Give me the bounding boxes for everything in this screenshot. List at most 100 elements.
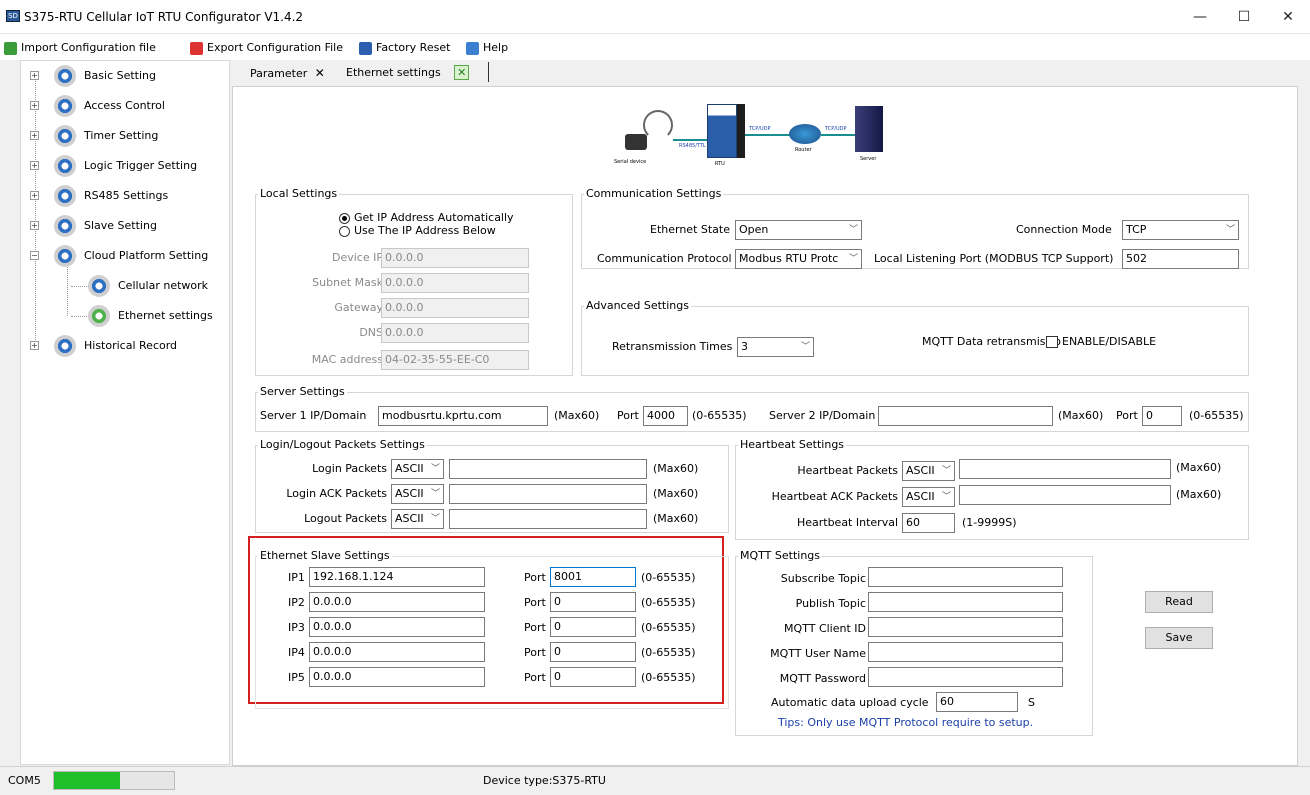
tab-parameter[interactable]: Parameter ✕ — [250, 62, 325, 84]
ip1-field[interactable]: 192.168.1.124 — [309, 567, 485, 587]
subscribe-topic-field[interactable] — [868, 567, 1063, 587]
heartbeat-interval-field[interactable]: 60 — [902, 513, 955, 533]
ip4-field[interactable]: 0.0.0.0 — [309, 642, 485, 662]
client-id-field[interactable] — [868, 617, 1063, 637]
tree-item-basic-setting[interactable]: + Basic Setting — [21, 61, 231, 91]
tree-item-cloud-platform[interactable]: − Cloud Platform Setting — [21, 241, 231, 271]
help-button[interactable]: Help — [466, 39, 508, 57]
tree-label: RS485 Settings — [84, 189, 169, 202]
server2-label: Server 2 IP/Domain — [769, 409, 876, 422]
tree-item-cellular-network[interactable]: Cellular network — [21, 271, 231, 301]
manual-ip-radio[interactable] — [339, 226, 350, 237]
ip5-field[interactable]: 0.0.0.0 — [309, 667, 485, 687]
diagram-label: Router — [795, 147, 812, 153]
ip3-port-field[interactable]: 0 — [550, 617, 636, 637]
subnet-field[interactable]: 0.0.0.0 — [381, 273, 529, 293]
mqtt-retrans-checkbox[interactable] — [1046, 336, 1058, 348]
tab-ethernet-settings[interactable]: Ethernet settings ✕ — [346, 62, 470, 84]
mqtt-retrans-label: MQTT Data retransmissio — [922, 335, 1061, 348]
heartbeat-packets-field[interactable] — [959, 459, 1171, 479]
max-label: (Max60) — [1176, 488, 1222, 501]
retransmission-select[interactable]: 3 ﹀ — [737, 337, 814, 357]
logout-format-select[interactable]: ASCII ﹀ — [391, 509, 444, 529]
expand-icon[interactable]: + — [30, 161, 39, 170]
expand-icon[interactable]: + — [30, 341, 39, 350]
ip4-port-field[interactable]: 0 — [550, 642, 636, 662]
factory-reset-button[interactable]: Factory Reset — [359, 39, 450, 57]
expand-icon[interactable]: + — [30, 131, 39, 140]
expand-icon[interactable]: + — [30, 71, 39, 80]
tree-item-access-control[interactable]: + Access Control — [21, 91, 231, 121]
progress-fill — [54, 772, 120, 789]
expand-icon[interactable]: + — [30, 221, 39, 230]
gear-icon — [54, 245, 76, 267]
tree-label: Access Control — [84, 99, 165, 112]
gear-icon — [54, 335, 76, 357]
tree-item-logic-trigger[interactable]: + Logic Trigger Setting — [21, 151, 231, 181]
communication-settings-group: Communication Settings Ethernet State Op… — [581, 187, 1249, 269]
ip5-port-field[interactable]: 0 — [550, 667, 636, 687]
tree-item-ethernet-settings[interactable]: Ethernet settings — [21, 301, 231, 331]
gateway-field[interactable]: 0.0.0.0 — [381, 298, 529, 318]
read-button[interactable]: Read — [1145, 591, 1213, 613]
login-packets-field[interactable] — [449, 459, 647, 479]
dns-field[interactable]: 0.0.0.0 — [381, 323, 529, 343]
expand-icon[interactable]: + — [30, 191, 39, 200]
server2-port-field[interactable]: 0 — [1142, 406, 1182, 426]
minimize-button[interactable]: — — [1178, 4, 1222, 30]
save-button[interactable]: Save — [1145, 627, 1213, 649]
tree-item-rs485[interactable]: + RS485 Settings — [21, 181, 231, 211]
heartbeat-ack-format-select[interactable]: ASCII ﹀ — [902, 487, 955, 507]
server1-port-field[interactable]: 4000 — [643, 406, 688, 426]
server2-field[interactable] — [878, 406, 1053, 426]
heartbeat-format-select[interactable]: ASCII ﹀ — [902, 461, 955, 481]
heartbeat-ack-label: Heartbeat ACK Packets — [771, 490, 898, 503]
import-config-button[interactable]: Import Configuration file — [4, 39, 156, 57]
tree-item-timer-setting[interactable]: + Timer Setting — [21, 121, 231, 151]
toolbar: Import Configuration file Export Configu… — [0, 34, 1310, 60]
upload-cycle-field[interactable]: 60 — [936, 692, 1018, 712]
ip2-port-field[interactable]: 0 — [550, 592, 636, 612]
tree-item-slave-setting[interactable]: + Slave Setting — [21, 211, 231, 241]
tree-label: Timer Setting — [84, 129, 159, 142]
reset-label: Factory Reset — [376, 41, 451, 54]
publish-topic-field[interactable] — [868, 592, 1063, 612]
collapse-icon[interactable]: − — [30, 251, 39, 260]
maximize-button[interactable]: ☐ — [1222, 4, 1266, 30]
ip3-field[interactable]: 0.0.0.0 — [309, 617, 485, 637]
subscribe-topic-label: Subscribe Topic — [780, 572, 866, 585]
protocol-select[interactable]: Modbus RTU Protc ﹀ — [735, 249, 862, 269]
port-label: Port — [524, 571, 546, 584]
device-ip-field[interactable]: 0.0.0.0 — [381, 248, 529, 268]
interval-range: (1-9999S) — [962, 516, 1017, 529]
login-ack-field[interactable] — [449, 484, 647, 504]
expand-icon[interactable]: + — [30, 101, 39, 110]
listen-port-field[interactable]: 502 — [1122, 249, 1239, 269]
tree-item-historical-record[interactable]: + Historical Record — [21, 331, 231, 361]
login-ack-label: Login ACK Packets — [286, 487, 387, 500]
password-field[interactable] — [868, 667, 1063, 687]
close-button[interactable]: ✕ — [1266, 4, 1310, 30]
heartbeat-ack-field[interactable] — [959, 485, 1171, 505]
gear-icon — [54, 65, 76, 87]
close-tab-icon[interactable]: ✕ — [454, 65, 470, 80]
export-config-button[interactable]: Export Configuration File — [190, 39, 343, 57]
title-bar: SD S375-RTU Cellular IoT RTU Configurato… — [0, 0, 1310, 34]
diagram-label: RTU — [715, 161, 725, 167]
ip2-field[interactable]: 0.0.0.0 — [309, 592, 485, 612]
auto-ip-radio[interactable] — [339, 213, 350, 224]
password-label: MQTT Password — [779, 672, 866, 685]
gear-icon — [54, 185, 76, 207]
server1-field[interactable]: modbusrtu.kprtu.com — [378, 406, 548, 426]
connection-mode-select[interactable]: TCP ﹀ — [1122, 220, 1239, 240]
ethernet-state-select[interactable]: Open ﹀ — [735, 220, 862, 240]
login-format-select[interactable]: ASCII ﹀ — [391, 459, 444, 479]
logout-packets-field[interactable] — [449, 509, 647, 529]
settings-tree: + Basic Setting + Access Control + Timer… — [20, 60, 230, 765]
ip1-port-field[interactable]: 8001 — [550, 567, 636, 587]
close-tab-icon[interactable]: ✕ — [315, 66, 325, 80]
chevron-down-icon: ﹀ — [848, 254, 858, 264]
login-ack-format-select[interactable]: ASCII ﹀ — [391, 484, 444, 504]
select-value: ASCII — [906, 490, 935, 503]
username-field[interactable] — [868, 642, 1063, 662]
